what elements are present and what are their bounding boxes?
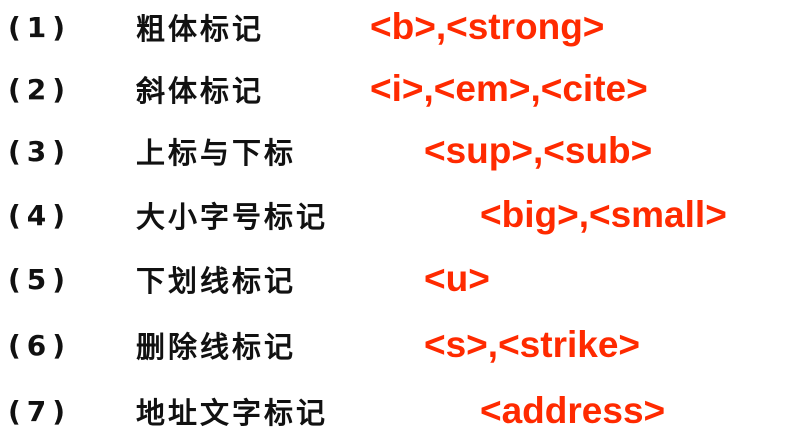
item-label: 上标与下标 bbox=[136, 136, 297, 170]
item-tags: <sup>,<sub> bbox=[424, 130, 653, 171]
item-label: 斜体标记 bbox=[136, 74, 265, 108]
item-number: (2) bbox=[8, 72, 72, 106]
item-tags: <address> bbox=[480, 390, 666, 431]
item-number: (4) bbox=[8, 198, 72, 232]
item-number: (1) bbox=[8, 10, 72, 44]
item-label: 粗体标记 bbox=[136, 12, 265, 46]
list-item: (1) 粗体标记 <b>,<strong> bbox=[8, 2, 604, 52]
item-label: 删除线标记 bbox=[136, 330, 297, 364]
list-item: (3) 上标与下标 <sup>,<sub> bbox=[8, 126, 652, 176]
list-item: (5) 下划线标记 <u> bbox=[8, 254, 490, 304]
list-item: (7) 地址文字标记 <address> bbox=[8, 386, 665, 436]
item-tags: <big>,<small> bbox=[480, 194, 727, 235]
item-number: (7) bbox=[8, 394, 72, 428]
item-number: (6) bbox=[8, 328, 72, 362]
item-label: 地址文字标记 bbox=[136, 396, 329, 430]
item-number: (3) bbox=[8, 134, 72, 168]
item-tags: <u> bbox=[424, 258, 490, 299]
list-item: (6) 删除线标记 <s>,<strike> bbox=[8, 320, 640, 370]
item-tags: <b>,<strong> bbox=[370, 6, 605, 47]
list-item: (2) 斜体标记 <i>,<em>,<cite> bbox=[8, 64, 648, 114]
item-tags: <i>,<em>,<cite> bbox=[370, 68, 648, 109]
list-item: (4) 大小字号标记 <big>,<small> bbox=[8, 190, 727, 240]
item-tags: <s>,<strike> bbox=[424, 324, 641, 365]
item-label: 下划线标记 bbox=[136, 264, 297, 298]
item-label: 大小字号标记 bbox=[136, 200, 329, 234]
item-number: (5) bbox=[8, 262, 72, 296]
